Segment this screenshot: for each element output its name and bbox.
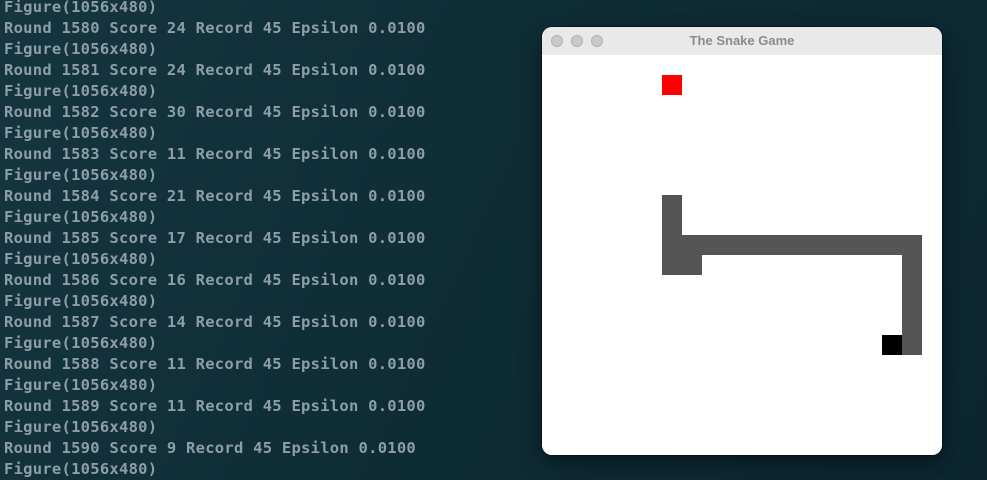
terminal-line: Figure(1056x480) <box>4 208 158 226</box>
snake-game-window[interactable]: The Snake Game <box>542 27 942 455</box>
terminal-line: Figure(1056x480) <box>4 124 158 142</box>
game-canvas[interactable] <box>542 55 942 455</box>
snake-body-segment <box>662 195 682 215</box>
snake-body-segment <box>762 235 782 255</box>
window-title: The Snake Game <box>689 33 795 48</box>
snake-body-segment <box>682 255 702 275</box>
snake-body-segment <box>902 235 922 255</box>
terminal-line: Round 1587 Score 14 Record 45 Epsilon 0.… <box>4 313 426 331</box>
snake-body-segment <box>862 235 882 255</box>
snake-body-segment <box>662 255 682 275</box>
terminal-line: Round 1585 Score 17 Record 45 Epsilon 0.… <box>4 229 426 247</box>
snake-body-segment <box>782 235 802 255</box>
window-titlebar[interactable]: The Snake Game <box>542 27 942 56</box>
terminal-line: Round 1586 Score 16 Record 45 Epsilon 0.… <box>4 271 426 289</box>
snake-body-segment <box>902 275 922 295</box>
snake-body-segment <box>682 235 702 255</box>
snake-body-segment <box>902 335 922 355</box>
snake-body-segment <box>902 295 922 315</box>
snake-body-segment <box>722 235 742 255</box>
terminal-line: Round 1581 Score 24 Record 45 Epsilon 0.… <box>4 61 426 79</box>
terminal-line: Round 1588 Score 11 Record 45 Epsilon 0.… <box>4 355 426 373</box>
snake-body-segment <box>662 235 682 255</box>
terminal-line: Round 1583 Score 11 Record 45 Epsilon 0.… <box>4 145 426 163</box>
snake-head <box>882 335 902 355</box>
terminal-line: Round 1582 Score 30 Record 45 Epsilon 0.… <box>4 103 426 121</box>
terminal-line: Figure(1056x480) <box>4 334 158 352</box>
snake-body-segment <box>742 235 762 255</box>
snake-body-segment <box>822 235 842 255</box>
food-pellet <box>662 75 682 95</box>
terminal-line: Round 1590 Score 9 Record 45 Epsilon 0.0… <box>4 439 417 457</box>
terminal-line: Figure(1056x480) <box>4 166 158 184</box>
terminal-line: Round 1580 Score 24 Record 45 Epsilon 0.… <box>4 19 426 37</box>
snake-body-segment <box>662 215 682 235</box>
terminal-line: Round 1589 Score 11 Record 45 Epsilon 0.… <box>4 397 426 415</box>
terminal-line: Figure(1056x480) <box>4 250 158 268</box>
snake-body-segment <box>882 235 902 255</box>
terminal-line: Figure(1056x480) <box>4 376 158 394</box>
snake-body-segment <box>902 255 922 275</box>
terminal-line: Figure(1056x480) <box>4 418 158 436</box>
terminal-line: Figure(1056x480) <box>4 0 158 16</box>
snake-body-segment <box>802 235 822 255</box>
terminal-line: Figure(1056x480) <box>4 292 158 310</box>
snake-body-segment <box>842 235 862 255</box>
terminal-line: Figure(1056x480) <box>4 40 158 58</box>
terminal-line: Figure(1056x480) <box>4 460 158 478</box>
terminal-line: Figure(1056x480) <box>4 82 158 100</box>
terminal-line: Round 1584 Score 21 Record 45 Epsilon 0.… <box>4 187 426 205</box>
snake-body-segment <box>902 315 922 335</box>
snake-body-segment <box>702 235 722 255</box>
